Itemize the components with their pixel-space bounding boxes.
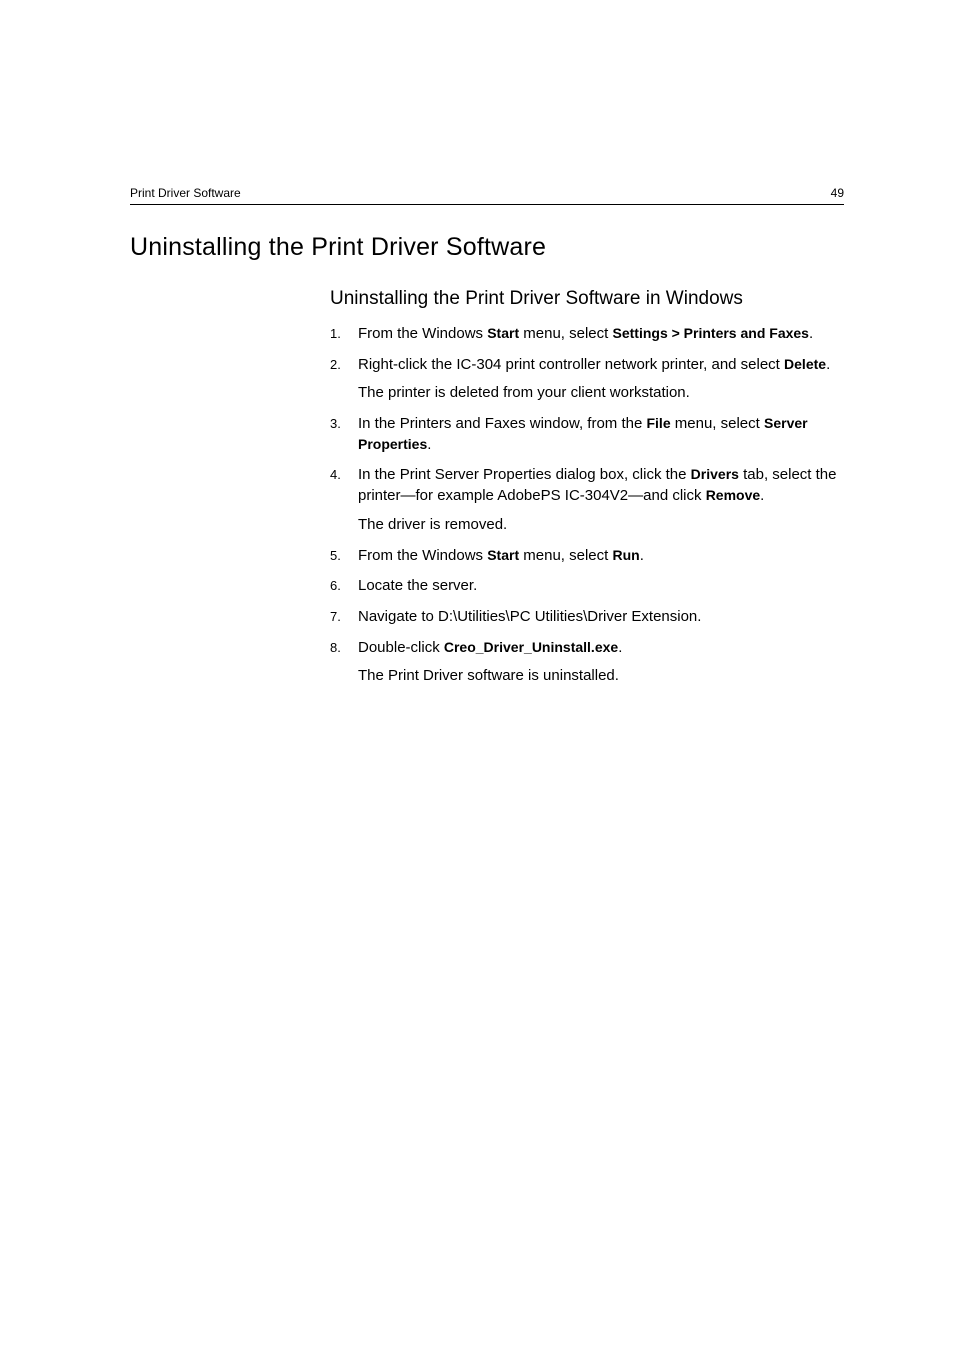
text-run: menu, select — [519, 325, 612, 342]
bold-run: File — [646, 415, 670, 431]
text-run: . — [618, 639, 622, 656]
text-run: . — [760, 487, 764, 504]
steps-list: From the Windows Start menu, select Sett… — [330, 324, 844, 687]
bold-run: Run — [613, 547, 640, 563]
list-item: From the Windows Start menu, select Run. — [330, 546, 844, 567]
text-run: Right-click the IC-304 print controller … — [358, 356, 784, 373]
bold-run: Start — [487, 325, 519, 341]
text-run: In the Print Server Properties dialog bo… — [358, 466, 691, 483]
text-run: menu, select — [671, 415, 764, 432]
header-section-name: Print Driver Software — [130, 186, 241, 200]
content-block: Uninstalling the Print Driver Software i… — [330, 288, 844, 687]
list-item: In the Printers and Faxes window, from t… — [330, 414, 844, 455]
text-run: Double-click — [358, 639, 444, 656]
list-item: From the Windows Start menu, select Sett… — [330, 324, 844, 345]
step-text: Double-click Creo_Driver_Uninstall.exe. — [358, 638, 844, 659]
subsection-title: Uninstalling the Print Driver Software i… — [330, 288, 844, 310]
step-text: From the Windows Start menu, select Run. — [358, 546, 844, 567]
list-item: Right-click the IC-304 print controller … — [330, 355, 844, 404]
bold-run: Start — [487, 547, 519, 563]
text-run: . — [809, 325, 813, 342]
step-text: Navigate to D:\Utilities\PC Utilities\Dr… — [358, 607, 844, 628]
list-item: Double-click Creo_Driver_Uninstall.exe. … — [330, 638, 844, 687]
text-run: . — [427, 436, 431, 453]
text-run: . — [640, 547, 644, 564]
page-container: Print Driver Software 49 Uninstalling th… — [0, 0, 954, 687]
section-title: Uninstalling the Print Driver Software — [130, 233, 844, 262]
list-item: Navigate to D:\Utilities\PC Utilities\Dr… — [330, 607, 844, 628]
bold-run: Drivers — [691, 466, 739, 482]
list-item: In the Print Server Properties dialog bo… — [330, 465, 844, 535]
text-run: . — [826, 356, 830, 373]
step-text: Locate the server. — [358, 576, 844, 597]
text-run: In the Printers and Faxes window, from t… — [358, 415, 646, 432]
text-run: menu, select — [519, 547, 612, 564]
text-run: From the Windows — [358, 547, 487, 564]
step-text: In the Printers and Faxes window, from t… — [358, 414, 844, 455]
text-run: From the Windows — [358, 325, 487, 342]
text-run: Locate the server. — [358, 577, 477, 594]
bold-run: Remove — [706, 487, 760, 503]
step-text: In the Print Server Properties dialog bo… — [358, 465, 844, 506]
step-text: From the Windows Start menu, select Sett… — [358, 324, 844, 345]
header-page-number: 49 — [831, 186, 844, 200]
bold-run: Delete — [784, 356, 826, 372]
bold-run: Settings > Printers and Faxes — [613, 325, 809, 341]
bold-run: Creo_Driver_Uninstall.exe — [444, 639, 618, 655]
step-result: The driver is removed. — [358, 515, 844, 536]
list-item: Locate the server. — [330, 576, 844, 597]
step-text: Right-click the IC-304 print controller … — [358, 355, 844, 376]
step-result: The Print Driver software is uninstalled… — [358, 666, 844, 687]
running-header: Print Driver Software 49 — [130, 186, 844, 205]
step-result: The printer is deleted from your client … — [358, 383, 844, 404]
text-run: Navigate to D:\Utilities\PC Utilities\Dr… — [358, 608, 701, 625]
